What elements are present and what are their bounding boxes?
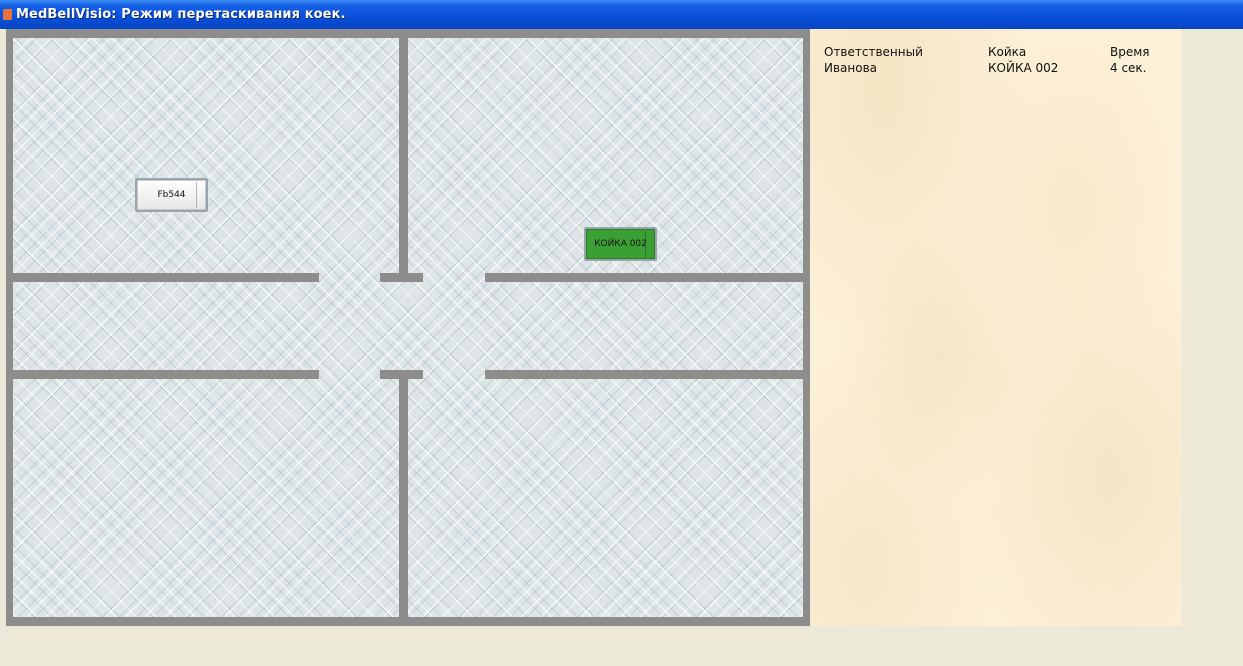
- bed-label: Fb544: [157, 190, 186, 200]
- wall-center-upper: [399, 29, 408, 281]
- bed-label: КОЙКА 002: [594, 239, 647, 249]
- wall-corridor-top-right: [485, 273, 810, 282]
- bed-koika-002[interactable]: КОЙКА 002: [584, 227, 657, 261]
- wall-outer-bottom: [6, 617, 810, 626]
- cell-bed: КОЙКА 002: [988, 61, 1059, 75]
- title-bar[interactable]: MedBellVisio: Режим перетаскивания коек.: [0, 0, 1243, 29]
- cell-time: 4 сек.: [1110, 61, 1147, 75]
- wall-corridor-bottom-right: [485, 370, 810, 379]
- wall-outer-top: [6, 29, 810, 38]
- wall-outer-right: [803, 29, 810, 626]
- cell-responsible: Иванова: [824, 61, 878, 75]
- wall-center-lower: [399, 372, 408, 626]
- wall-corridor-top-left: [6, 273, 319, 282]
- wall-corridor-top-middle: [380, 273, 423, 282]
- header-responsible: Ответственный: [824, 45, 923, 59]
- bed-headboard: [196, 182, 204, 208]
- wall-outer-left: [6, 29, 13, 626]
- wall-corridor-bottom-left: [6, 370, 319, 379]
- info-panel: Ответственный Койка Время Иванова КОЙКА …: [810, 29, 1182, 626]
- header-time: Время: [1110, 45, 1150, 59]
- bed-fb544[interactable]: Fb544: [135, 178, 208, 212]
- app-icon: [3, 9, 12, 20]
- floor-plan[interactable]: Fb544 КОЙКА 002: [6, 29, 810, 626]
- assignment-table: Ответственный Койка Время Иванова КОЙКА …: [824, 44, 1180, 76]
- window-title: MedBellVisio: Режим перетаскивания коек.: [16, 7, 346, 22]
- header-bed: Койка: [988, 45, 1027, 59]
- table-header-row: Ответственный Койка Время: [824, 44, 1180, 60]
- table-row: Иванова КОЙКА 002 4 сек.: [824, 60, 1180, 76]
- wall-corridor-bottom-middle: [380, 370, 423, 379]
